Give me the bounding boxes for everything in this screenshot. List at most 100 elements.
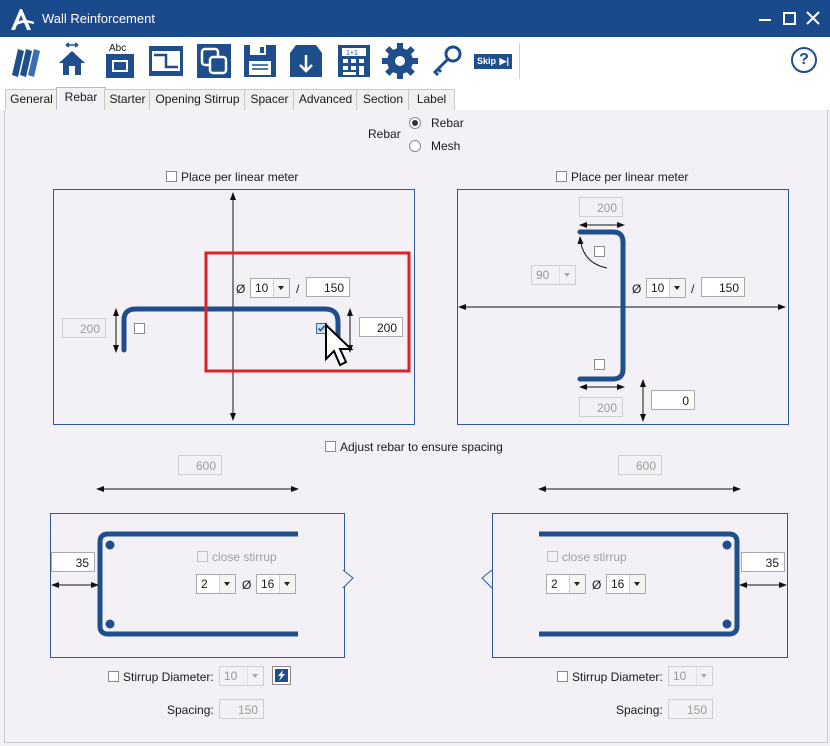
tab-advanced[interactable]: Advanced (293, 89, 358, 110)
rebar-type-label: Rebar (368, 127, 401, 141)
left-hook-checkbox[interactable] (134, 323, 145, 334)
tab-opening-stirrup[interactable]: Opening Stirrup (149, 89, 246, 110)
tab-rebar[interactable]: Rebar (56, 87, 106, 111)
copy-button[interactable] (194, 41, 234, 81)
tab-label: Section (362, 92, 404, 106)
right-stirrup-diameter-select[interactable]: 10 (668, 666, 713, 686)
adjust-spacing-checkbox[interactable] (325, 441, 336, 452)
tab-label: Starter (109, 92, 146, 106)
left-hook-length-input[interactable]: 200 (62, 318, 106, 338)
right-hook-length-input[interactable]: 200 (359, 317, 403, 337)
right-spacing-input[interactable]: 150 (701, 277, 745, 297)
left-cover-input[interactable]: 35 (51, 552, 95, 572)
lightning-button[interactable] (272, 666, 291, 685)
right-angle-select[interactable]: 90 (531, 265, 576, 285)
left-close-stirrup-label: close stirrup (212, 550, 277, 564)
left-place-per-meter-checkbox[interactable] (166, 171, 177, 182)
chevron-down-icon (696, 667, 712, 685)
right-place-per-meter-checkbox[interactable] (556, 171, 567, 182)
mesh-radio[interactable] (409, 140, 421, 152)
right-bar-diameter-select[interactable]: 16 (606, 574, 646, 594)
left-stirrup-width-input[interactable]: 600 (178, 455, 222, 475)
left-bar-count-select[interactable]: 2 (196, 574, 236, 594)
right-diameter-select[interactable]: 10 (646, 278, 686, 298)
right-stirrup-width-input[interactable]: 600 (618, 455, 662, 475)
right-cover-input[interactable]: 35 (741, 552, 785, 572)
left-rebar-panel (53, 189, 415, 425)
lightning-icon (275, 669, 288, 682)
section-button[interactable] (146, 41, 186, 81)
settings-button[interactable] (380, 41, 420, 81)
save-button[interactable] (240, 41, 280, 81)
right-bottom-hook-checkbox[interactable] (594, 359, 605, 370)
right-top-hook-checkbox[interactable] (594, 246, 605, 257)
left-diameter-select[interactable]: 10 (250, 278, 290, 298)
left-stirrup-spacing-input[interactable]: 150 (219, 699, 264, 719)
help-button[interactable]: ? (791, 47, 817, 73)
right-bottom-length-input[interactable]: 200 (579, 397, 623, 417)
rebar-radio[interactable] (409, 117, 421, 129)
right-stirrup-spacing-label: Spacing: (616, 703, 663, 717)
tab-label: Opening Stirrup (155, 92, 240, 106)
right-close-stirrup-label: close stirrup (562, 550, 627, 564)
app-logo-icon (11, 9, 34, 30)
right-close-stirrup-checkbox[interactable] (547, 551, 558, 562)
right-top-length-input[interactable]: 200 (579, 197, 623, 217)
minimize-button[interactable] (756, 9, 774, 27)
maximize-button[interactable] (780, 9, 798, 27)
calculator-button[interactable]: 1+1 (334, 41, 374, 81)
copy-icon (197, 44, 231, 78)
left-slash: / (296, 282, 300, 296)
right-stirrup-diameter-symbol: Ø (592, 578, 602, 592)
toolbar: Abc 1+1 Skip ▶| ? (0, 37, 830, 87)
download-box-icon (290, 45, 322, 77)
home-button[interactable] (52, 41, 92, 81)
left-stirrup-diameter-symbol: Ø (242, 578, 252, 592)
window-title: Wall Reinforcement (42, 11, 155, 26)
home-icon (59, 42, 85, 75)
right-bar-diameter-value: 16 (611, 577, 625, 591)
left-place-per-meter-label: Place per linear meter (181, 170, 299, 184)
right-stirrup-diameter-checkbox[interactable] (557, 671, 568, 682)
tab-bar: General Rebar Starter Opening Stirrup Sp… (0, 87, 830, 111)
left-diameter-symbol: Ø (236, 282, 246, 296)
load-button[interactable] (286, 41, 326, 81)
left-spacing-input[interactable]: 150 (306, 277, 350, 297)
right-slash: / (691, 282, 695, 296)
left-bar-count-value: 2 (201, 577, 208, 591)
tab-label: Label (416, 92, 447, 106)
left-stirrup-diameter-checkbox[interactable] (108, 671, 119, 682)
tab-label-tab[interactable]: Label (408, 89, 455, 110)
tab-label: Spacer (250, 92, 289, 106)
right-bar-count-select[interactable]: 2 (546, 574, 586, 594)
wall-button[interactable] (6, 41, 46, 81)
tab-section[interactable]: Section (356, 89, 410, 110)
left-bar-diameter-select[interactable]: 16 (256, 574, 296, 594)
adjust-spacing-label: Adjust rebar to ensure spacing (340, 440, 503, 454)
mesh-option-label: Mesh (431, 139, 461, 153)
tab-starter[interactable]: Starter (104, 89, 151, 110)
skip-button[interactable]: Skip ▶| (472, 41, 514, 81)
tab-label: General (10, 92, 53, 106)
right-stirrup-spacing-input[interactable]: 150 (668, 699, 713, 719)
left-stirrup-diameter-select[interactable]: 10 (219, 666, 264, 686)
right-offset-input[interactable]: 0 (651, 390, 695, 410)
label-button[interactable]: Abc (100, 41, 140, 81)
close-icon (806, 11, 820, 25)
key-button[interactable] (426, 41, 466, 81)
chevron-down-icon (569, 575, 585, 593)
rebar-option-label: Rebar (431, 116, 464, 130)
calc-text: 1+1 (346, 50, 358, 57)
skip-label: Skip (477, 56, 497, 66)
tab-general[interactable]: General (5, 89, 58, 110)
chevron-down-icon (559, 266, 575, 284)
title-bar: Wall Reinforcement (0, 0, 830, 37)
chevron-down-icon (219, 575, 235, 593)
close-button[interactable] (804, 9, 822, 27)
left-stirrup-diameter-label: Stirrup Diameter: (123, 670, 214, 684)
calculator-icon: 1+1 (338, 45, 370, 77)
left-close-stirrup-checkbox[interactable] (197, 551, 208, 562)
toolbar-divider (519, 43, 520, 79)
tab-spacer[interactable]: Spacer (244, 89, 295, 110)
mouse-cursor-icon (325, 323, 354, 367)
